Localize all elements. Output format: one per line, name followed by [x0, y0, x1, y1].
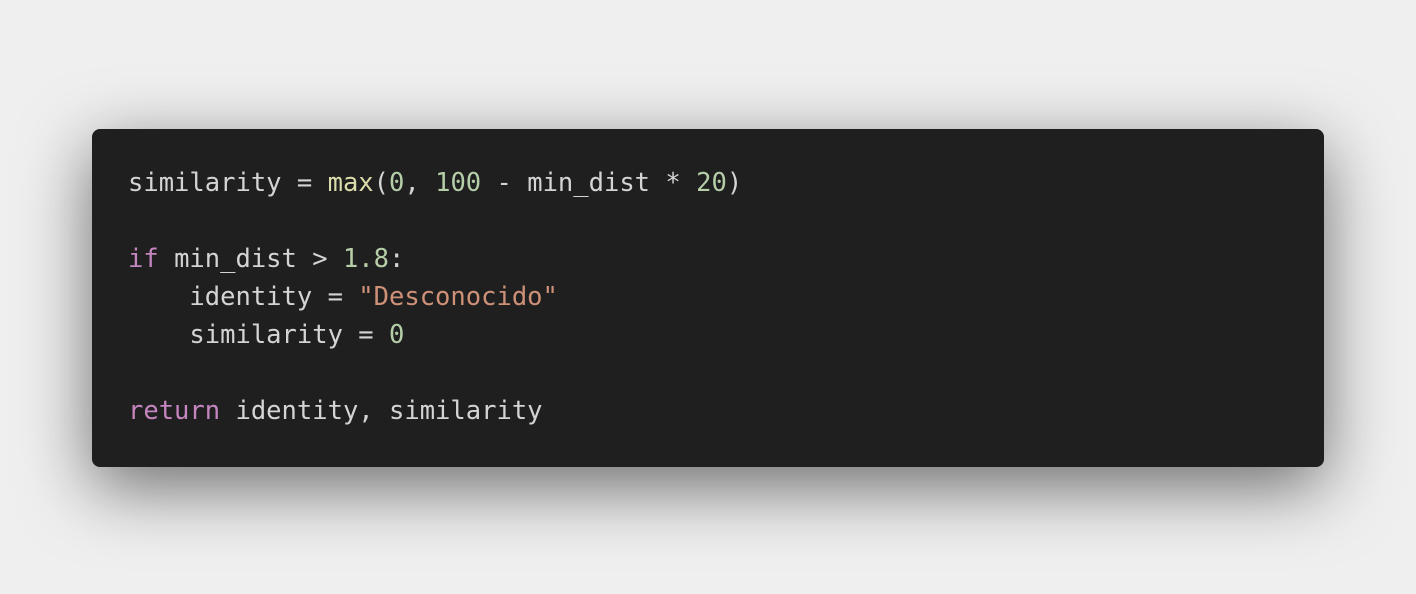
code-token-number: 20 — [696, 168, 727, 198]
code-token-number: 1.8 — [342, 244, 390, 274]
code-token-text: identity, similarity — [220, 396, 543, 426]
code-token-function: max — [327, 168, 374, 198]
code-token-text: identity = — [128, 282, 359, 312]
code-token-text: ( — [373, 168, 390, 198]
code-token-text: ) — [726, 168, 743, 198]
code-token-text: : — [389, 244, 405, 274]
code-line: if min_dist > 1.8: — [128, 240, 1324, 278]
code-line: similarity = 0 — [128, 316, 1324, 354]
code-token-keyword: return — [128, 396, 221, 426]
code-token-keyword: if — [128, 244, 159, 274]
code-block: similarity = max(0, 100 - min_dist * 20)… — [128, 164, 1324, 430]
code-token-string: "Desconocido" — [358, 282, 558, 312]
code-token-text: similarity = — [128, 168, 328, 198]
code-snippet-card: similarity = max(0, 100 - min_dist * 20)… — [92, 129, 1324, 467]
code-token-number: 0 — [389, 320, 405, 350]
code-token-text: similarity = — [128, 320, 389, 350]
code-line: return identity, similarity — [128, 392, 1324, 430]
code-token-number: 100 — [435, 168, 482, 198]
code-line: similarity = max(0, 100 - min_dist * 20) — [128, 164, 1324, 202]
code-token-number: 0 — [389, 168, 405, 198]
code-token-text: , — [404, 168, 436, 198]
code-token-text: - min_dist * — [481, 168, 697, 198]
code-token-text: min_dist > — [158, 244, 343, 274]
code-line: identity = "Desconocido" — [128, 278, 1324, 316]
